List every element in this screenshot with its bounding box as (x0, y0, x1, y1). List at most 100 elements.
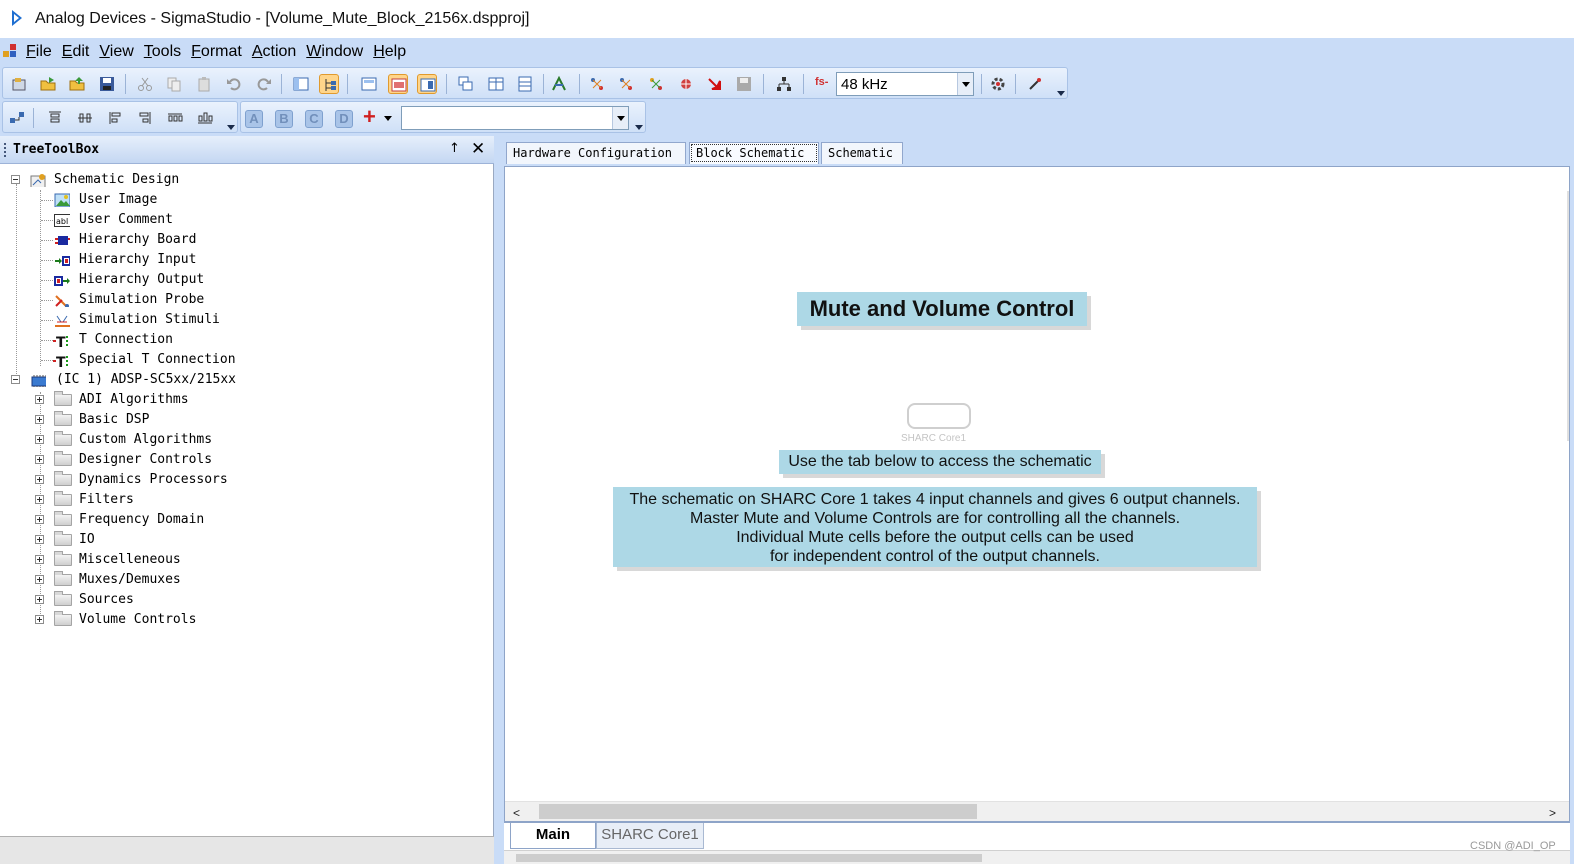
tree-folder-filters[interactable]: Filters (10, 490, 490, 510)
tree-item-t-connection[interactable]: T T Connection (10, 330, 490, 350)
sheet-tab-main[interactable]: Main (510, 823, 596, 849)
canvas-title-comment[interactable]: Mute and Volume Control (797, 292, 1087, 326)
zoom-combo[interactable] (401, 106, 629, 130)
layout-1-icon[interactable] (359, 74, 379, 94)
align-right-icon[interactable] (135, 108, 155, 128)
expand-icon[interactable] (35, 555, 44, 564)
distribute-horizontal-icon[interactable] (165, 108, 185, 128)
tile-vertical-icon[interactable] (486, 74, 506, 94)
format-a-button[interactable]: A (245, 110, 263, 128)
compile-icon[interactable] (646, 74, 666, 94)
sheet-tab-sharc-core1[interactable]: SHARC Core1 (596, 823, 704, 849)
drag-grip-icon[interactable] (4, 143, 6, 157)
scroll-thumb[interactable] (539, 804, 977, 819)
panel-splitter[interactable] (494, 136, 502, 864)
redo-icon[interactable] (254, 74, 274, 94)
distribute-bottom-icon[interactable] (195, 108, 215, 128)
scroll-thumb[interactable] (516, 854, 982, 862)
new-project-icon[interactable] (9, 74, 29, 94)
scroll-left-icon[interactable]: < (513, 806, 520, 820)
open-project-icon[interactable] (38, 74, 58, 94)
expand-icon[interactable] (35, 435, 44, 444)
toggle-toolbox-icon[interactable] (291, 74, 311, 94)
snap-to-grid-icon[interactable] (7, 108, 27, 128)
probe-tool-icon[interactable] (1025, 74, 1045, 94)
tree-node-ic1[interactable]: (IC 1) ADSP-SC5xx/215xx (10, 370, 490, 390)
link-compile-download-icon[interactable] (616, 74, 636, 94)
toolbar-overflow-icon[interactable] (635, 120, 643, 130)
menu-view[interactable]: View (99, 43, 133, 61)
expand-icon[interactable] (35, 495, 44, 504)
tile-horizontal-icon[interactable] (515, 74, 535, 94)
scroll-right-icon[interactable]: > (1549, 806, 1556, 820)
tree-item-user-image[interactable]: User Image (10, 190, 490, 210)
description-comment[interactable]: The schematic on SHARC Core 1 takes 4 in… (613, 487, 1257, 567)
open-folder-icon[interactable] (67, 74, 87, 94)
tree-folder-dynamics-processors[interactable]: Dynamics Processors (10, 470, 490, 490)
vertical-scrollbar[interactable] (1567, 191, 1569, 441)
tree-item-user-comment[interactable]: abl User Comment (10, 210, 490, 230)
menu-file[interactable]: File (26, 43, 52, 61)
tab-block-schematic[interactable]: Block Schematic (689, 142, 819, 164)
link-compile-icon[interactable] (549, 74, 569, 94)
tree-view-icon[interactable] (319, 74, 339, 94)
expand-icon[interactable] (35, 475, 44, 484)
tree-folder-adi-algorithms[interactable]: ADI Algorithms (10, 390, 490, 410)
tree-item-simulation-probe[interactable]: Simulation Probe (10, 290, 490, 310)
menu-window[interactable]: Window (306, 43, 363, 61)
tab-schematic[interactable]: Schematic (821, 142, 903, 164)
tree-folder-custom-algorithms[interactable]: Custom Algorithms (10, 430, 490, 450)
gear-icon[interactable] (988, 74, 1008, 94)
undo-icon[interactable] (224, 74, 244, 94)
download-icon[interactable] (676, 74, 696, 94)
tree-item-simulation-stimuli[interactable]: Simulation Stimuli (10, 310, 490, 330)
menu-help[interactable]: Help (373, 43, 406, 61)
expand-icon[interactable] (35, 515, 44, 524)
layout-3-icon[interactable] (417, 74, 437, 94)
close-icon[interactable]: ✕ (471, 139, 485, 159)
tree-folder-sources[interactable]: Sources (10, 590, 490, 610)
mdi-window-icon[interactable] (3, 44, 17, 58)
collapse-icon[interactable] (11, 375, 20, 384)
tree-folder-miscelleneous[interactable]: Miscelleneous (10, 550, 490, 570)
format-b-button[interactable]: B (275, 110, 293, 128)
copy-icon[interactable] (164, 74, 184, 94)
link-icon[interactable] (587, 74, 607, 94)
format-c-button[interactable]: C (305, 110, 323, 128)
expand-icon[interactable] (35, 395, 44, 404)
toolbar-overflow-icon[interactable] (227, 120, 235, 130)
format-d-button[interactable]: D (335, 110, 353, 128)
toolbar-overflow-icon[interactable] (1057, 86, 1065, 96)
tree-folder-designer-controls[interactable]: Designer Controls (10, 450, 490, 470)
hierarchy-icon[interactable] (774, 74, 794, 94)
expand-icon[interactable] (35, 455, 44, 464)
stop-icon[interactable] (705, 74, 725, 94)
sharc-core-block[interactable] (907, 403, 971, 429)
cascade-windows-icon[interactable] (456, 74, 476, 94)
paste-icon[interactable] (195, 74, 215, 94)
bottom-scrollbar[interactable] (504, 850, 1570, 864)
expand-icon[interactable] (35, 415, 44, 424)
tree-item-hierarchy-input[interactable]: Hierarchy Input (10, 250, 490, 270)
tab-hardware-configuration[interactable]: Hardware Configuration (506, 142, 686, 164)
tree-node-schematic-design[interactable]: Schematic Design (10, 170, 490, 190)
schematic-canvas[interactable]: Mute and Volume Control SHARC Core1 Use … (505, 167, 1569, 801)
tree-folder-basic-dsp[interactable]: Basic DSP (10, 410, 490, 430)
expand-icon[interactable] (35, 595, 44, 604)
tree-item-special-t-connection[interactable]: T Special T Connection (10, 350, 490, 370)
add-icon[interactable]: + (363, 104, 376, 130)
add-dropdown-icon[interactable] (384, 116, 392, 121)
chevron-down-icon[interactable] (612, 107, 628, 129)
save-icon[interactable] (97, 74, 117, 94)
chevron-down-icon[interactable] (957, 73, 973, 95)
pin-icon[interactable]: ↑ (449, 141, 460, 156)
menu-format[interactable]: Format (191, 43, 242, 61)
hint-comment[interactable]: Use the tab below to access the schemati… (779, 450, 1101, 474)
cut-icon[interactable] (135, 74, 155, 94)
tree-item-hierarchy-board[interactable]: Hierarchy Board (10, 230, 490, 250)
sample-rate-combo[interactable]: 48 kHz (836, 72, 974, 96)
align-top-icon[interactable] (45, 108, 65, 128)
align-middle-icon[interactable] (75, 108, 95, 128)
layout-2-icon[interactable] (388, 74, 408, 94)
menu-action[interactable]: Action (252, 43, 296, 61)
